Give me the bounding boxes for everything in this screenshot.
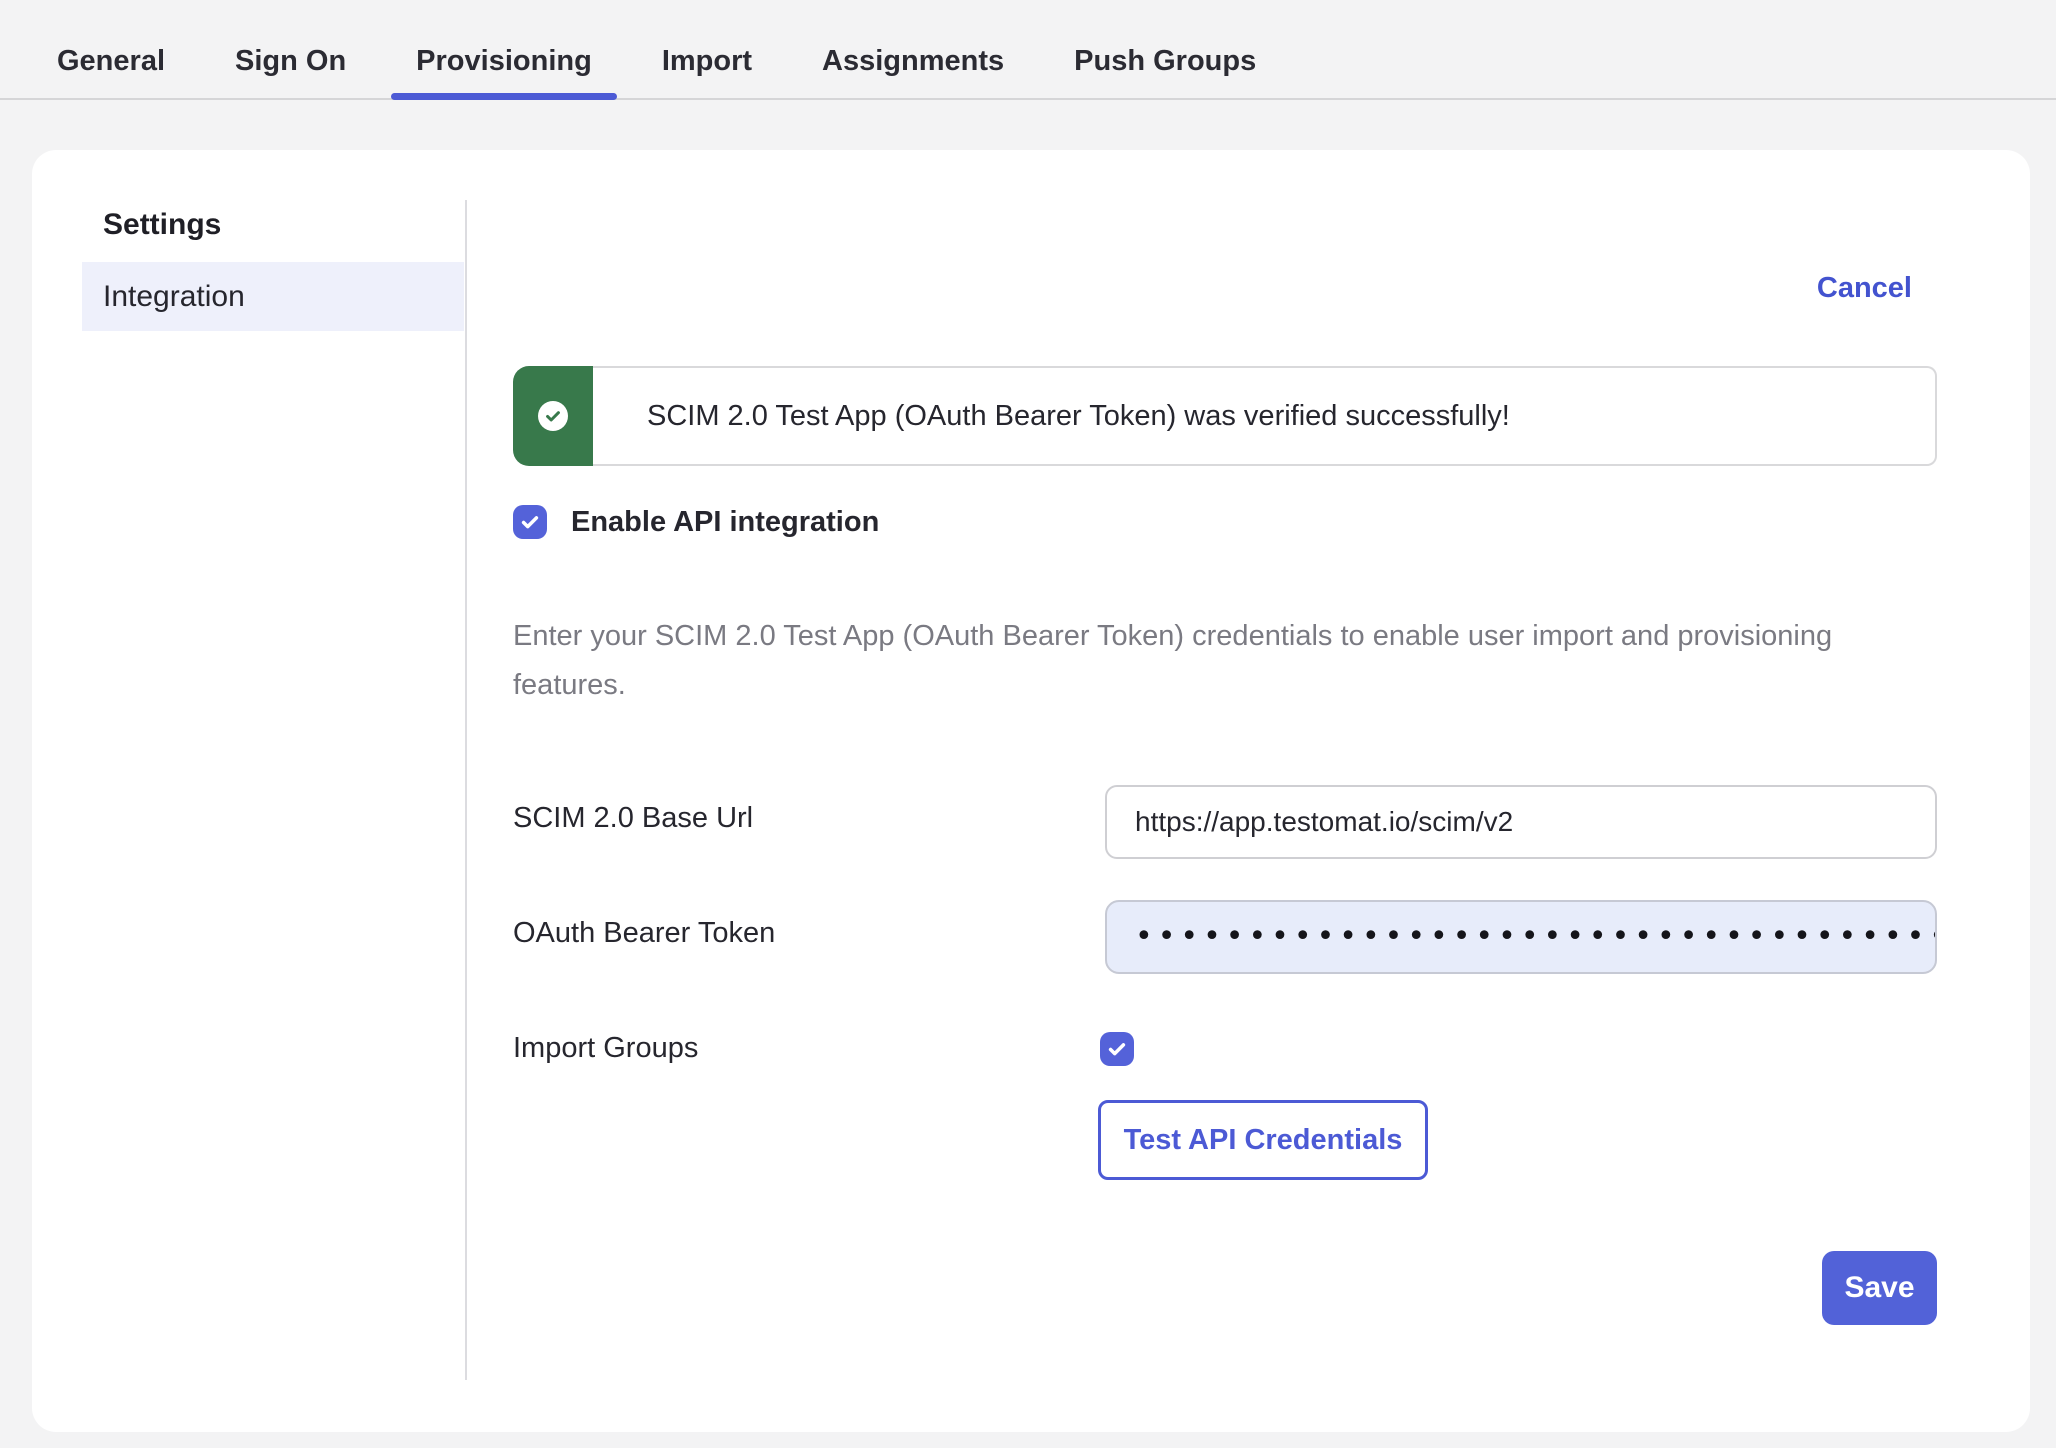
token-masked-value: ••••••••••••••••••••••••••••••••••••••••… bbox=[1135, 922, 1937, 952]
app-tab-bar: General Sign On Provisioning Import Assi… bbox=[0, 0, 2056, 100]
tab-general[interactable]: General bbox=[57, 0, 165, 98]
success-banner: SCIM 2.0 Test App (OAuth Bearer Token) w… bbox=[513, 366, 1937, 466]
tab-provisioning[interactable]: Provisioning bbox=[416, 0, 592, 98]
save-button[interactable]: Save bbox=[1822, 1251, 1937, 1325]
base-url-label: SCIM 2.0 Base Url bbox=[513, 800, 753, 836]
provisioning-panel: Settings Integration Cancel SCIM 2.0 Tes… bbox=[32, 150, 2030, 1432]
sidebar-heading: Settings bbox=[103, 208, 221, 242]
token-input[interactable]: ••••••••••••••••••••••••••••••••••••••••… bbox=[1105, 900, 1937, 974]
import-groups-checkbox[interactable] bbox=[1100, 1032, 1134, 1066]
tab-push-groups[interactable]: Push Groups bbox=[1074, 0, 1256, 98]
sidebar-item-integration[interactable]: Integration bbox=[82, 262, 464, 331]
cancel-link[interactable]: Cancel bbox=[1817, 272, 1912, 305]
success-banner-message: SCIM 2.0 Test App (OAuth Bearer Token) w… bbox=[593, 366, 1937, 466]
enable-api-row: Enable API integration bbox=[513, 505, 879, 539]
test-api-credentials-button[interactable]: Test API Credentials bbox=[1098, 1100, 1428, 1180]
enable-api-checkbox[interactable] bbox=[513, 505, 547, 539]
credentials-description: Enter your SCIM 2.0 Test App (OAuth Bear… bbox=[513, 612, 1937, 710]
success-banner-icon-block bbox=[513, 366, 593, 466]
token-label: OAuth Bearer Token bbox=[513, 915, 775, 951]
base-url-input[interactable] bbox=[1105, 785, 1937, 859]
enable-api-label: Enable API integration bbox=[571, 506, 879, 539]
sidebar-divider bbox=[465, 200, 467, 1380]
check-circle-icon bbox=[538, 401, 568, 431]
import-groups-label: Import Groups bbox=[513, 1030, 698, 1066]
sidebar-item-label: Integration bbox=[103, 280, 245, 314]
tab-assignments[interactable]: Assignments bbox=[822, 0, 1004, 98]
tab-sign-on[interactable]: Sign On bbox=[235, 0, 346, 98]
tab-import[interactable]: Import bbox=[662, 0, 752, 98]
